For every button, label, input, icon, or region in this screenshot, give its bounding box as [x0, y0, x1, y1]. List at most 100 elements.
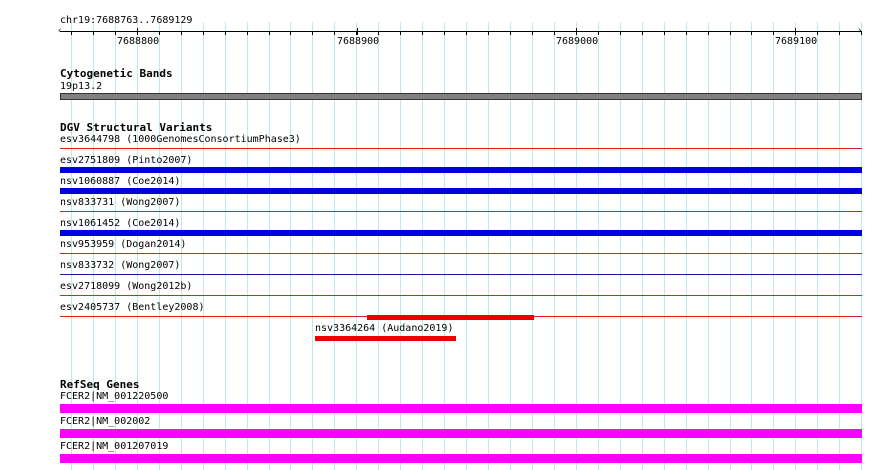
ruler-minor-tick: [730, 31, 731, 35]
ruler-minor-tick: [510, 31, 511, 35]
cytoband-bar[interactable]: [60, 93, 862, 100]
region-label: chr19:7688763..7689129: [60, 15, 193, 26]
grid-line: [510, 22, 511, 470]
grid-line: [773, 22, 774, 470]
ruler-minor-tick: [795, 31, 796, 35]
ruler-minor-tick: [488, 31, 489, 35]
grid-line: [817, 22, 818, 470]
ruler-minor-tick: [93, 31, 94, 35]
grid-line: [686, 22, 687, 470]
dgv-row-separator: [60, 253, 862, 254]
ruler-minor-tick: [378, 31, 379, 35]
dgv-feature-label[interactable]: nsv833732 (Wong2007): [60, 260, 180, 271]
ruler-minor-tick: [181, 31, 182, 35]
ruler-minor-tick: [708, 31, 709, 35]
dgv-feature-label[interactable]: nsv1061452 (Coe2014): [60, 218, 180, 229]
ruler-minor-tick: [334, 31, 335, 35]
dgv-feature-label[interactable]: nsv1060887 (Coe2014): [60, 176, 180, 187]
grid-line: [400, 22, 401, 470]
gene-label[interactable]: FCER2|NM_001220500: [60, 391, 168, 402]
gene-bar[interactable]: [60, 429, 862, 438]
cytoband-track-title[interactable]: Cytogenetic Bands: [60, 68, 173, 80]
gene-label[interactable]: FCER2|NM_002002: [60, 416, 150, 427]
dgv-gain-bar[interactable]: [60, 167, 862, 173]
ruler-minor-tick: [664, 31, 665, 35]
dgv-loss-bar[interactable]: [367, 315, 534, 320]
grid-line: [444, 22, 445, 470]
dgv-feature-label[interactable]: nsv833731 (Wong2007): [60, 197, 180, 208]
gene-bar[interactable]: [60, 454, 862, 463]
grid-line: [576, 22, 577, 470]
dgv-row-separator: [60, 211, 862, 212]
ruler-minor-tick: [861, 31, 862, 35]
ruler-minor-tick: [751, 31, 752, 35]
grid-line: [312, 22, 313, 470]
grid-line: [466, 22, 467, 470]
dgv-feature-label[interactable]: esv2405737 (Bentley2008): [60, 302, 205, 313]
dgv-loss-bar[interactable]: [315, 336, 456, 341]
ruler-minor-tick: [620, 31, 621, 35]
ruler-minor-tick: [444, 31, 445, 35]
ruler-minor-tick: [247, 31, 248, 35]
refseq-track-title[interactable]: RefSeq Genes: [60, 379, 139, 391]
dgv-row-separator: [60, 148, 862, 149]
dgv-track-title[interactable]: DGV Structural Variants: [60, 122, 212, 134]
ruler-minor-tick: [532, 31, 533, 35]
grid-line: [730, 22, 731, 470]
grid-line: [422, 22, 423, 470]
gene-label[interactable]: FCER2|NM_001207019: [60, 441, 168, 452]
ruler-tick-label: 7689100: [775, 36, 818, 47]
ruler-minor-tick: [773, 31, 774, 35]
grid-line: [861, 22, 862, 470]
grid-line: [269, 22, 270, 470]
grid-line: [664, 22, 665, 470]
dgv-feature-label[interactable]: esv3644798 (1000GenomesConsortiumPhase3): [60, 134, 301, 145]
ruler-minor-tick: [642, 31, 643, 35]
dgv-feature-label[interactable]: esv2718099 (Wong2012b): [60, 281, 192, 292]
gene-bar[interactable]: [60, 404, 862, 413]
grid-line: [642, 22, 643, 470]
ruler-minor-tick: [159, 31, 160, 35]
dgv-gain-bar[interactable]: [60, 188, 862, 194]
ruler-tick: [357, 28, 358, 35]
grid-line: [708, 22, 709, 470]
ruler-minor-tick: [576, 31, 577, 35]
ruler-minor-tick: [400, 31, 401, 35]
grid-line: [247, 22, 248, 470]
dgv-feature-label[interactable]: nsv953959 (Dogan2014): [60, 239, 186, 250]
grid-line: [378, 22, 379, 470]
grid-line: [532, 22, 533, 470]
dgv-feature-label[interactable]: nsv3364264 (Audano2019): [315, 323, 453, 334]
grid-line: [203, 22, 204, 470]
grid-line: [488, 22, 489, 470]
ruler-tick-label: 7689000: [556, 36, 599, 47]
dgv-gain-bar[interactable]: [60, 230, 862, 236]
cytoband-label: 19p13.2: [60, 81, 103, 92]
ruler-minor-tick: [115, 31, 116, 35]
genome-browser: chr19:7688763..7689129 ‹ › 7688800 76889…: [0, 0, 890, 470]
grid-line: [290, 22, 291, 470]
grid-line: [554, 22, 555, 470]
ruler-minor-tick: [554, 31, 555, 35]
ruler-minor-tick: [422, 31, 423, 35]
grid-line: [751, 22, 752, 470]
ruler-minor-tick: [817, 31, 818, 35]
grid-line: [620, 22, 621, 470]
ruler-minor-tick: [137, 31, 138, 35]
ruler-minor-tick: [598, 31, 599, 35]
ruler-tick-label: 7688900: [337, 36, 380, 47]
ruler-tick-label: 7688800: [117, 36, 160, 47]
grid-line: [356, 22, 357, 470]
grid-line: [795, 22, 796, 470]
grid-line: [839, 22, 840, 470]
grid-line: [225, 22, 226, 470]
ruler-minor-tick: [686, 31, 687, 35]
dgv-feature-label[interactable]: esv2751809 (Pinto2007): [60, 155, 192, 166]
dgv-row-separator: [60, 295, 862, 296]
grid-line: [334, 22, 335, 470]
grid-line: [598, 22, 599, 470]
ruler-minor-tick: [839, 31, 840, 35]
ruler-minor-tick: [71, 31, 72, 35]
ruler-minor-tick: [466, 31, 467, 35]
ruler-minor-tick: [225, 31, 226, 35]
